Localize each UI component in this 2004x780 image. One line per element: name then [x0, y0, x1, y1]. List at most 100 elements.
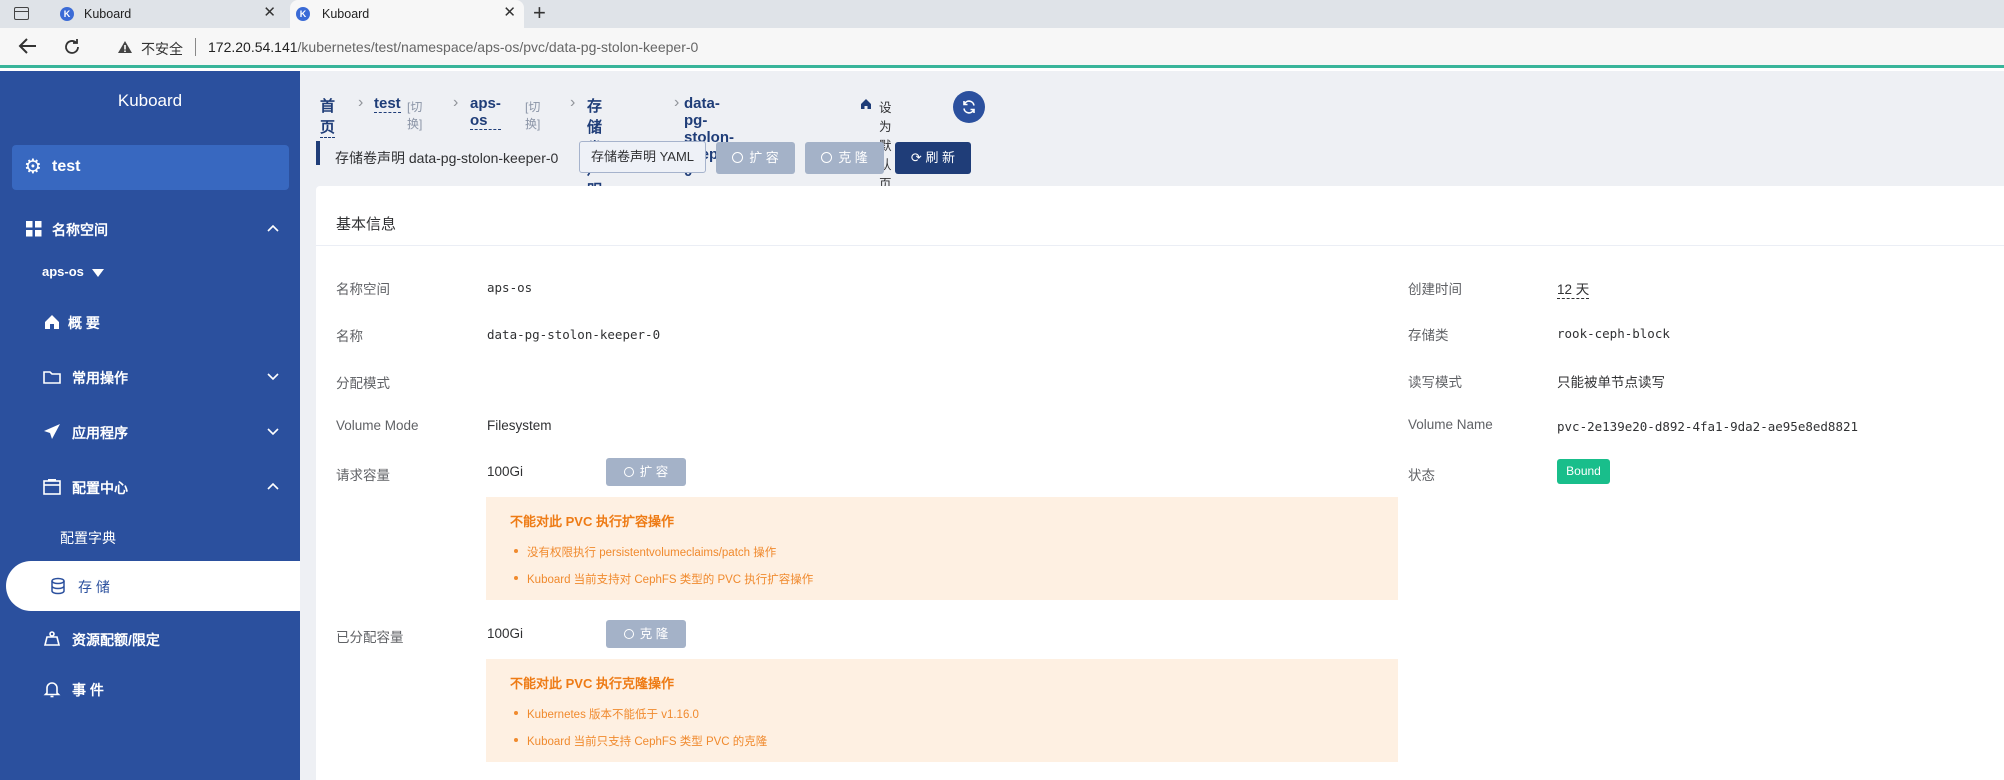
volume-mode-label: Volume Mode: [336, 418, 419, 433]
kuboard-favicon-icon: K: [60, 7, 74, 21]
chevron-right-icon: ›: [570, 94, 576, 111]
url-divider: [195, 38, 196, 56]
refresh-button[interactable]: ⟳ 刷 新: [895, 142, 971, 174]
status-label: 状态: [1408, 468, 1435, 483]
namespace-select[interactable]: aps-os: [42, 264, 104, 279]
namespace-switch-link[interactable]: [切换]: [525, 98, 540, 132]
caret-down-icon: [91, 268, 104, 277]
warning-title: 不能对此 PVC 执行扩容操作: [510, 514, 674, 529]
breadcrumb-home[interactable]: 首页: [320, 95, 336, 138]
request-capacity-value: 100Gi: [487, 464, 524, 479]
reload-icon[interactable]: [62, 37, 82, 57]
url-field[interactable]: 172.20.54.141/kubernetes/test/namespace/…: [208, 39, 698, 55]
provision-mode-label: 分配模式: [336, 376, 390, 391]
browser-tab-1[interactable]: K Kuboard ✕: [48, 0, 284, 28]
refresh-button-label: 刷 新: [925, 150, 956, 165]
warning-item: Kuboard 当前支持对 CephFS 类型的 PVC 执行扩容操作: [513, 571, 813, 587]
sidebar-item-applications[interactable]: 应用程序: [0, 412, 300, 452]
warning-title: 不能对此 PVC 执行克隆操作: [510, 676, 674, 691]
window-icon: [43, 479, 61, 495]
panel-title: 基本信息: [336, 216, 397, 233]
chevron-up-icon: [267, 482, 279, 490]
tab-close-icon[interactable]: ✕: [263, 5, 276, 21]
app-title[interactable]: Kuboard: [0, 91, 300, 111]
gear-icon: ⚙: [24, 156, 42, 178]
url-host: 172.20.54.141: [208, 39, 298, 55]
allocated-capacity-value: 100Gi: [487, 626, 524, 641]
expand-button[interactable]: 扩 容: [716, 142, 795, 174]
page-refresh-button[interactable]: [953, 91, 985, 123]
grid-icon: [26, 221, 42, 237]
sidebar-item-overview[interactable]: 概 要: [0, 302, 300, 342]
breadcrumb-namespace[interactable]: aps-os: [470, 95, 501, 130]
tab-close-icon[interactable]: ✕: [503, 5, 516, 21]
sidebar-item-label: 应用程序: [72, 425, 128, 441]
folder-icon: [43, 371, 61, 384]
tab-actions-icon[interactable]: [14, 7, 29, 20]
expand-capacity-label: 扩 容: [639, 465, 669, 479]
tab-title: Kuboard: [322, 7, 370, 21]
sidebar-item-label: 存 储: [78, 579, 110, 595]
expand-capacity-button[interactable]: 扩 容: [606, 458, 686, 486]
browser-tab-2-active[interactable]: K Kuboard ✕: [290, 0, 524, 28]
sidebar-item-namespace[interactable]: 名称空间: [0, 209, 300, 249]
cluster-switch-link[interactable]: [切换]: [407, 98, 422, 132]
volume-mode-value: Filesystem: [487, 418, 552, 433]
volume-name-label: Volume Name: [1408, 417, 1493, 432]
sidebar-item-configmap[interactable]: 配置字典: [0, 517, 300, 557]
refresh-icon: ⟳: [910, 150, 926, 165]
warning-item: 没有权限执行 persistentvolumeclaims/patch 操作: [513, 544, 776, 560]
request-capacity-label: 请求容量: [336, 468, 390, 483]
created-time-value[interactable]: 12 天: [1557, 278, 1590, 299]
sidebar-item-label: 配置中心: [72, 480, 128, 496]
clone-button[interactable]: 克 隆: [805, 142, 884, 174]
sidebar-item-label: 配置字典: [60, 530, 116, 546]
created-time-label: 创建时间: [1408, 282, 1462, 297]
clone-button-label: 克 隆: [838, 150, 868, 165]
clone-warning: 不能对此 PVC 执行克隆操作 Kubernetes 版本不能低于 v1.16.…: [486, 659, 1398, 762]
warning-triangle-icon[interactable]: [117, 40, 133, 54]
expand-warning: 不能对此 PVC 执行扩容操作 没有权限执行 persistentvolumec…: [486, 497, 1398, 600]
clock-icon: [623, 629, 634, 639]
name-label: 名称: [336, 329, 363, 344]
clone-capacity-button[interactable]: 克 隆: [606, 620, 686, 648]
namespace-value: aps-os: [487, 280, 533, 295]
sidebar-item-label: 事 件: [72, 682, 104, 698]
namespace-value: aps-os: [42, 264, 84, 279]
new-tab-button[interactable]: +: [533, 1, 546, 25]
send-icon: [44, 424, 60, 439]
kuboard-favicon-icon: K: [296, 7, 310, 21]
home-icon: [861, 99, 871, 109]
sidebar-item-label: 概 要: [68, 315, 100, 331]
back-arrow-icon[interactable]: [18, 37, 38, 55]
clock-icon: [732, 152, 744, 163]
sidebar-item-quota[interactable]: 资源配额/限定: [0, 619, 300, 659]
warning-item: Kubernetes 版本不能低于 v1.16.0: [514, 706, 699, 722]
cluster-card[interactable]: ⚙ test: [12, 145, 289, 190]
browser-tab-bar: K Kuboard ✕ K Kuboard ✕ +: [0, 0, 2004, 28]
insecure-label[interactable]: 不安全: [141, 39, 183, 59]
sidebar-item-events[interactable]: 事 件: [0, 669, 300, 709]
page-title: 存储卷声明 data-pg-stolon-keeper-0: [335, 150, 559, 166]
warning-item: Kuboard 当前只支持 CephFS 类型 PVC 的克隆: [513, 733, 767, 749]
cluster-name: test: [52, 158, 81, 175]
yaml-button[interactable]: 存储卷声明 YAML: [579, 141, 706, 173]
home-icon: [45, 315, 59, 329]
name-value: data-pg-stolon-keeper-0: [487, 327, 661, 342]
clock-icon: [821, 152, 833, 163]
chevron-right-icon: ›: [358, 94, 364, 111]
sidebar-item-label: 名称空间: [52, 222, 108, 238]
sidebar-item-storage-active[interactable]: 存 储: [6, 561, 300, 611]
database-icon: [51, 577, 65, 595]
access-mode-value: 只能被单节点读写: [1557, 375, 1665, 390]
address-bar: 不安全 172.20.54.141/kubernetes/test/namesp…: [0, 28, 2004, 68]
scale-icon: [43, 631, 61, 646]
title-accent-bar: [316, 141, 320, 165]
breadcrumb-cluster[interactable]: test: [374, 95, 401, 113]
namespace-label: 名称空间: [336, 282, 390, 297]
sidebar-item-config-center[interactable]: 配置中心: [0, 467, 300, 507]
tab-title: Kuboard: [84, 7, 132, 21]
sidebar-item-label: 资源配额/限定: [72, 632, 160, 648]
expand-button-label: 扩 容: [749, 150, 779, 165]
sidebar-item-common-ops[interactable]: 常用操作: [0, 357, 300, 397]
